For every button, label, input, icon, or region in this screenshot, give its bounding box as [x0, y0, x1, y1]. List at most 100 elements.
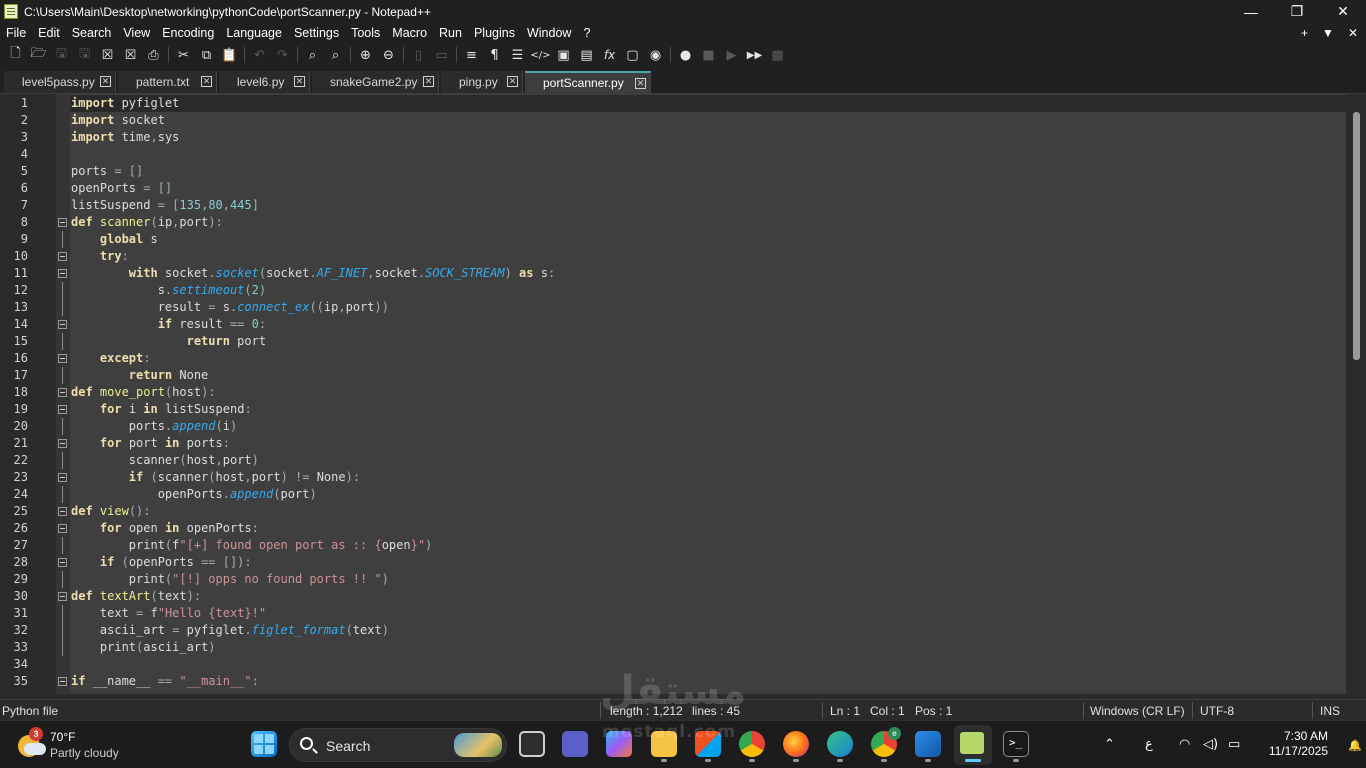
tab-snakegame2-py[interactable]: snakeGame2.py ✕	[312, 71, 439, 93]
print-icon[interactable]: ⎙	[142, 44, 165, 66]
fold-collapse-icon[interactable]	[58, 269, 67, 278]
menu-item-help[interactable]: ?	[577, 26, 596, 40]
tab-close-icon[interactable]: ✕	[294, 76, 305, 87]
play-macro-icon[interactable]: ▶	[720, 44, 743, 66]
menu-item-macro[interactable]: Macro	[386, 26, 433, 40]
close-icon[interactable]: ☒	[96, 44, 119, 66]
start-button[interactable]	[251, 731, 277, 757]
new-tab-icon[interactable]: +	[1301, 26, 1308, 40]
word-wrap-icon[interactable]: ≡	[460, 44, 483, 66]
tab-level6-py[interactable]: level6.py ✕	[219, 71, 310, 93]
weather-widget[interactable]: 3 70°F Partly cloudy	[16, 727, 136, 763]
status-eol[interactable]: Windows (CR LF)	[1090, 704, 1185, 718]
stop-macro-icon[interactable]: ■	[697, 44, 720, 66]
code-editor[interactable]: 1 import pyfiglet 2 import socket 3 import ti…	[0, 94, 1366, 694]
document-map-icon[interactable]: ▣	[552, 44, 575, 66]
run-multiple-macro-icon[interactable]: ▶▶	[743, 44, 766, 66]
save-all-icon[interactable]: 🖫	[73, 44, 96, 66]
indent-guide-icon[interactable]: ☰	[506, 44, 529, 66]
file-explorer-icon[interactable]	[651, 731, 677, 757]
fold-collapse-icon[interactable]	[58, 507, 67, 516]
paint-icon[interactable]	[915, 731, 941, 757]
chevron-up-icon[interactable]: ⌃	[1104, 737, 1115, 752]
menu-item-edit[interactable]: Edit	[32, 26, 66, 40]
edge-icon[interactable]	[827, 731, 853, 757]
fold-collapse-icon[interactable]	[58, 218, 67, 227]
fold-collapse-icon[interactable]	[58, 592, 67, 601]
battery-icon[interactable]: ▭	[1228, 737, 1240, 752]
tab-list-icon[interactable]: ▼	[1322, 26, 1334, 40]
fx-icon[interactable]: fx	[598, 44, 621, 66]
tab-close-icon[interactable]: ✕	[423, 76, 434, 87]
menu-item-plugins[interactable]: Plugins	[468, 26, 521, 40]
restore-button[interactable]: ❐	[1274, 0, 1320, 23]
zoom-out-icon[interactable]: ⊖	[377, 44, 400, 66]
menu-item-settings[interactable]: Settings	[288, 26, 345, 40]
volume-icon[interactable]: ◁)	[1203, 737, 1218, 752]
fold-collapse-icon[interactable]	[58, 388, 67, 397]
open-file-icon[interactable]: 🗁	[27, 44, 50, 66]
scrollbar-thumb[interactable]	[1353, 112, 1360, 360]
status-encoding[interactable]: UTF-8	[1200, 704, 1234, 718]
menu-item-window[interactable]: Window	[521, 26, 577, 40]
menu-item-run[interactable]: Run	[433, 26, 468, 40]
chat-icon[interactable]	[562, 731, 588, 757]
fold-collapse-icon[interactable]	[58, 473, 67, 482]
fold-collapse-icon[interactable]	[58, 439, 67, 448]
fold-collapse-icon[interactable]	[58, 320, 67, 329]
tab-portscanner-py[interactable]: portScanner.py ✕	[525, 71, 651, 93]
close-window-button[interactable]: ✕	[1320, 0, 1366, 23]
fold-collapse-icon[interactable]	[58, 405, 67, 414]
menu-item-file[interactable]: File	[0, 26, 32, 40]
menu-item-view[interactable]: View	[117, 26, 156, 40]
terminal-icon[interactable]: >_	[1003, 731, 1029, 757]
menu-item-search[interactable]: Search	[66, 26, 118, 40]
fold-collapse-icon[interactable]	[58, 558, 67, 567]
monitoring-icon[interactable]: ◉	[644, 44, 667, 66]
undo-icon[interactable]: ↶	[248, 44, 271, 66]
sync-vertical-icon[interactable]: ▯	[407, 44, 430, 66]
tab-close-icon[interactable]: ✕	[201, 76, 212, 87]
replace-icon[interactable]: ⌕	[324, 44, 347, 66]
taskbar-search[interactable]: Search	[289, 728, 507, 762]
tab-close-icon[interactable]: ✕	[100, 76, 111, 87]
notification-icon[interactable]: 🔔	[1348, 739, 1362, 752]
cut-icon[interactable]: ✂	[172, 44, 195, 66]
close-all-icon[interactable]: ☒	[119, 44, 142, 66]
tab-pattern-txt[interactable]: pattern.txt ✕	[118, 71, 217, 93]
fold-collapse-icon[interactable]	[58, 252, 67, 261]
task-view-icon[interactable]	[519, 731, 545, 757]
menu-item-language[interactable]: Language	[220, 26, 288, 40]
minimize-button[interactable]: —	[1228, 0, 1274, 23]
close-tab-icon[interactable]: ✕	[1348, 26, 1358, 40]
menu-item-encoding[interactable]: Encoding	[156, 26, 220, 40]
copilot-icon[interactable]	[606, 731, 632, 757]
sync-horizontal-icon[interactable]: ▭	[430, 44, 453, 66]
tab-close-icon[interactable]: ✕	[635, 78, 646, 89]
find-icon[interactable]: ⌕	[301, 44, 324, 66]
record-macro-icon[interactable]: ●	[674, 44, 697, 66]
chrome-icon[interactable]	[739, 731, 765, 757]
fold-collapse-icon[interactable]	[58, 677, 67, 686]
show-all-chars-icon[interactable]: ¶	[483, 44, 506, 66]
paste-icon[interactable]: 📋	[218, 44, 241, 66]
firefox-icon[interactable]	[783, 731, 809, 757]
fold-collapse-icon[interactable]	[58, 354, 67, 363]
xml-tag-icon[interactable]: </>	[529, 44, 552, 66]
store-icon[interactable]	[695, 731, 721, 757]
status-mode[interactable]: INS	[1320, 704, 1340, 718]
new-file-icon[interactable]: 🗋	[4, 44, 27, 66]
fold-collapse-icon[interactable]	[58, 524, 67, 533]
zoom-in-icon[interactable]: ⊕	[354, 44, 377, 66]
copy-icon[interactable]: ⧉	[195, 44, 218, 66]
tab-level5pass-py[interactable]: level5pass.py ✕	[4, 71, 116, 93]
tab-ping-py[interactable]: ping.py ✕	[441, 71, 523, 93]
language-indicator[interactable]: ع	[1145, 737, 1153, 752]
menu-item-tools[interactable]: Tools	[345, 26, 386, 40]
wifi-icon[interactable]: ◠	[1179, 737, 1190, 752]
save-icon[interactable]: 🖫	[50, 44, 73, 66]
save-macro-icon[interactable]: ▩	[766, 44, 789, 66]
function-list-icon[interactable]: ▤	[575, 44, 598, 66]
vertical-scrollbar[interactable]	[1346, 94, 1366, 694]
redo-icon[interactable]: ↷	[271, 44, 294, 66]
